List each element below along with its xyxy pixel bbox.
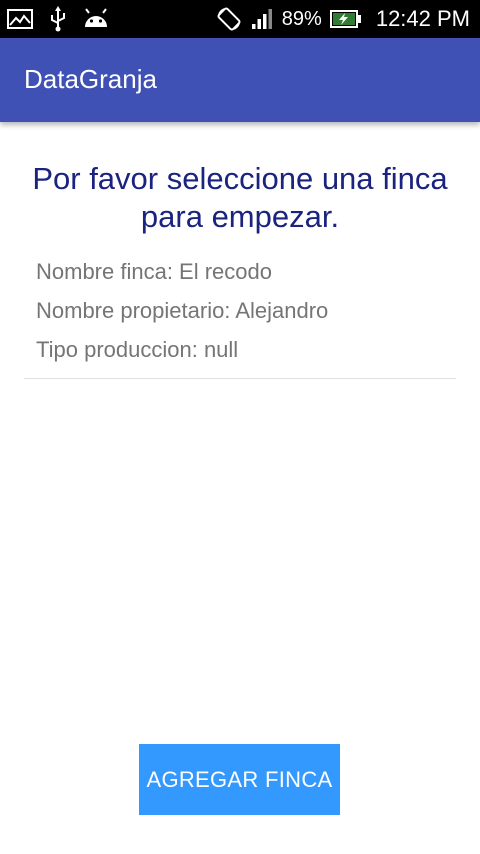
finca-production-type: Tipo produccion: null — [36, 337, 239, 362]
main-content: Por favor seleccione una finca para empe… — [0, 122, 480, 854]
status-bar: 89% 12:42 PM — [0, 0, 480, 38]
usb-icon — [48, 6, 68, 32]
status-right-icons: 89% 12:42 PM — [216, 0, 470, 38]
app-bar: DataGranja — [0, 38, 480, 122]
finca-owner: Nombre propietario: Alejandro — [36, 298, 329, 323]
clock: 12:42 PM — [375, 6, 470, 31]
add-finca-button[interactable]: AGREGAR FINCA — [139, 744, 340, 815]
battery-charging-icon — [329, 9, 362, 29]
finca-list-item[interactable]: Nombre finca: El recodo Nombre propietar… — [24, 254, 456, 379]
status-left-icons — [6, 0, 110, 38]
android-icon — [82, 8, 110, 30]
signal-icon — [250, 7, 274, 31]
gallery-icon — [6, 7, 34, 31]
rotate-icon — [216, 6, 242, 32]
app-title: DataGranja — [24, 64, 157, 94]
battery-text: 89% — [281, 7, 322, 30]
finca-name: Nombre finca: El recodo — [36, 259, 272, 284]
page-heading: Por favor seleccione una finca para empe… — [32, 161, 448, 234]
